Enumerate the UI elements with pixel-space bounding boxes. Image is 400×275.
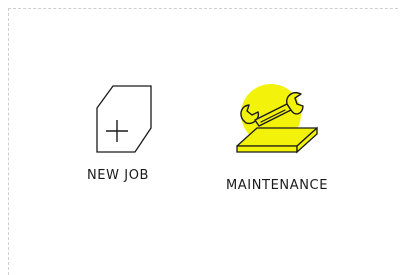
maintenance-wrench-icon [236, 84, 318, 154]
maintenance-button[interactable]: MAINTENANCE [212, 84, 342, 193]
new-job-label: NEW JOB [86, 168, 150, 183]
maintenance-label: MAINTENANCE [225, 178, 329, 193]
new-job-button[interactable]: NEW JOB [78, 84, 158, 183]
new-job-icon [96, 85, 152, 153]
